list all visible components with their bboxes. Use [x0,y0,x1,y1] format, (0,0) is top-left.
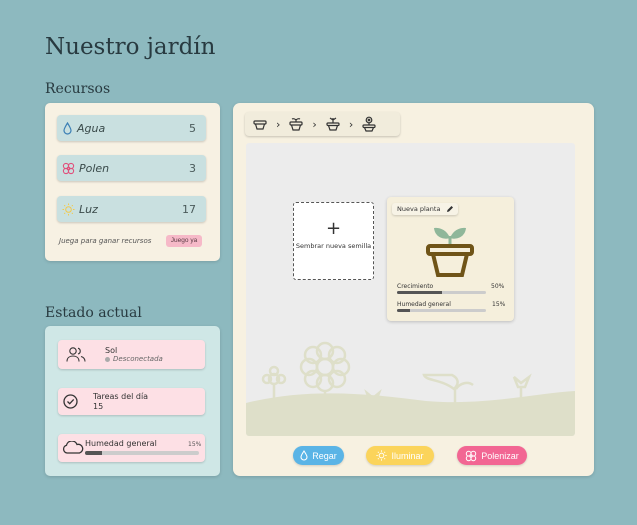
tasks-label: Tareas del día [93,392,149,401]
plus-icon: + [325,218,342,239]
pollinate-button-label: Polenizar [481,450,519,461]
water-drop-icon [63,121,72,135]
plant-humidity-bar [397,309,486,312]
sprout-pot-icon[interactable] [289,117,304,131]
water-drop-icon [300,450,308,461]
check-circle-icon [63,394,78,409]
pot-icon[interactable] [253,118,267,130]
garden-panel: › › › + Sembrar nueva semilla Nueva plan… [233,103,594,476]
users-icon [66,347,86,362]
growth-label: Crecimiento [397,283,434,290]
garden-area[interactable]: + Sembrar nueva semilla Nueva planta Cre… [246,143,575,436]
plant-pot-illustration [426,227,474,277]
resource-pollen-count: 3 [189,161,196,175]
humidity-card: Humedad general 15% [58,434,205,462]
illuminate-button-label: Iluminar [391,450,424,461]
offline-dot-icon [105,356,110,362]
plant-humidity-bar-fill [397,309,411,312]
plant-humidity-label: Humedad general [397,301,451,308]
resource-light-label: Luz [79,202,98,216]
resources-panel: Agua 5 Polen 3 Luz 17 Juega para ganar r… [45,103,220,261]
plant-name: Nueva planta [397,205,441,213]
humidity-value: 15% [188,441,202,448]
app-title: Nuestro jardín [45,34,216,60]
chevron-right-icon: › [312,117,317,131]
chevron-right-icon: › [348,117,354,131]
sow-seed-tile[interactable]: + Sembrar nueva semilla [293,202,374,280]
growth-bar [397,291,486,294]
growth-value: 50% [491,283,505,290]
status-title: Estado actual [45,305,142,321]
tasks-card: Tareas del día 15 [58,388,205,415]
flower-pot-icon[interactable] [362,116,376,132]
resource-water-label: Agua [77,121,106,135]
status-panel: Sol Desconectada Tareas del día 15 Humed… [45,326,220,476]
tasks-value: 15 [93,402,104,411]
play-now-button[interactable]: Juego ya [166,235,202,247]
resource-pollen-label: Polen [79,161,110,175]
flower-icon [62,162,75,174]
water-button[interactable]: Regar [293,446,344,465]
resource-light: Luz 17 [57,196,206,222]
humidity-bar-fill [85,451,103,455]
illuminate-button[interactable]: Iluminar [366,446,434,465]
growth-stages-bar: › › › [245,112,400,136]
resources-title: Recursos [45,81,111,97]
resource-water: Agua 5 [57,115,206,141]
sun-icon [376,450,388,461]
sun-state: Desconectada [105,355,163,363]
pollinate-button[interactable]: Polenizar [457,446,527,465]
plant-humidity-value: 15% [492,301,506,308]
humidity-label: Humedad general [85,439,157,448]
sun-state-text: Desconectada [113,355,163,363]
resource-water-count: 5 [189,121,196,135]
flower-icon [466,450,477,461]
humidity-bar [85,451,199,455]
sow-seed-label: Sembrar nueva semilla [295,242,372,250]
resource-light-count: 17 [182,202,196,216]
resource-pollen: Polen 3 [57,155,206,181]
pencil-icon[interactable] [446,205,454,213]
sun-status-card: Sol Desconectada [58,340,205,369]
sun-name: Sol [105,346,118,355]
play-prompt-text: Juega para ganar recursos [59,237,152,245]
plant-pot-icon[interactable] [326,117,340,131]
sun-icon [62,203,75,215]
water-button-label: Regar [312,450,337,461]
plant-name-chip[interactable]: Nueva planta [392,203,458,215]
growth-bar-fill [397,291,442,294]
cloud-icon [62,441,84,454]
chevron-right-icon: › [276,117,281,131]
plant-card[interactable]: Nueva planta Crecimiento 50% Humedad gen… [387,197,514,321]
